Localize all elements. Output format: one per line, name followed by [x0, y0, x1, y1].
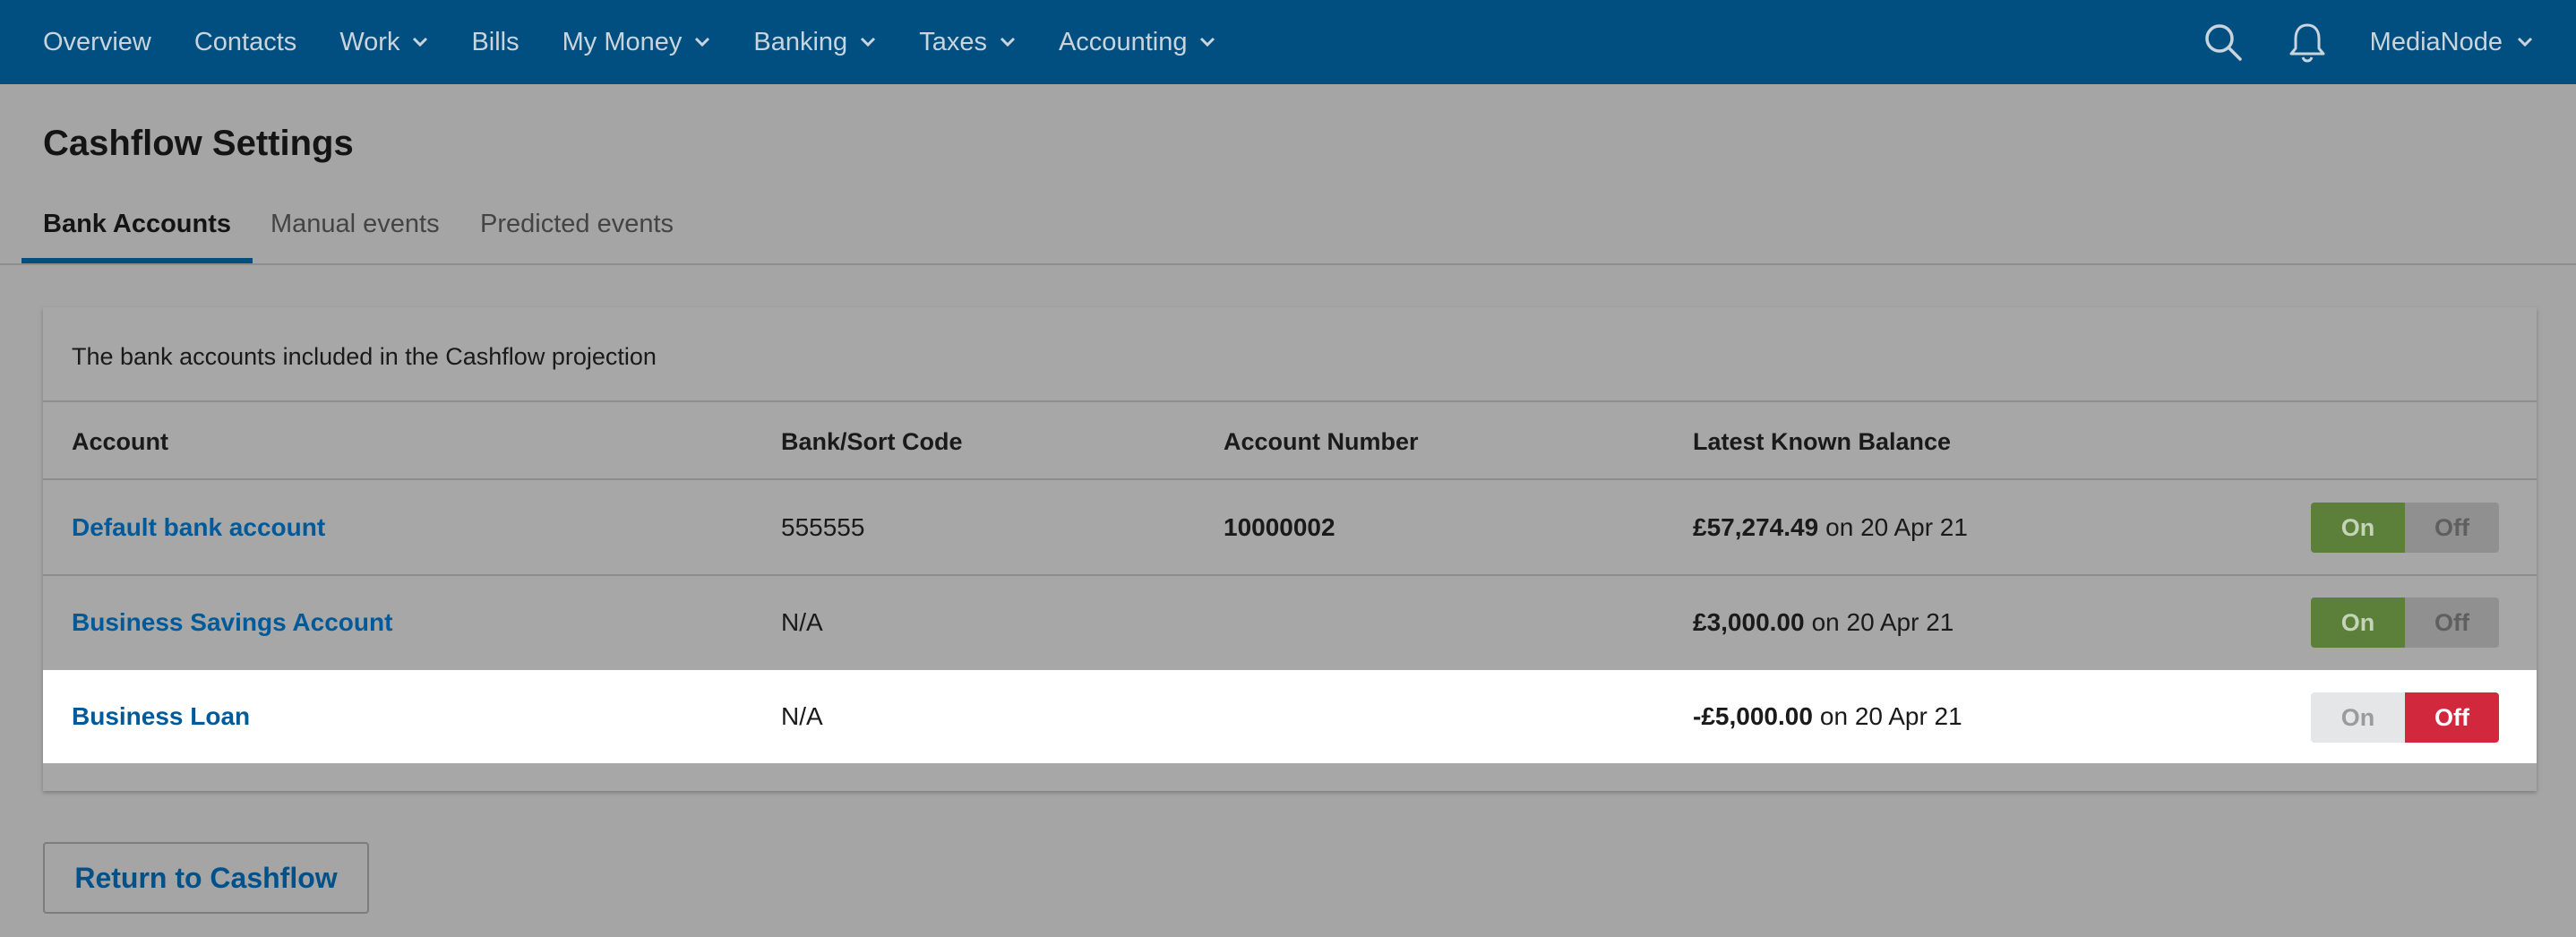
sort-code: N/A [781, 702, 823, 730]
nav-item-label: Overview [43, 27, 151, 56]
chevron-down-icon [861, 37, 876, 47]
sort-code: N/A [781, 607, 823, 636]
include-toggle: On Off [2311, 597, 2499, 648]
account-link[interactable]: Business Loan [72, 670, 250, 763]
table-row: Business Savings Account N/A £3,000.00 o… [43, 575, 2537, 669]
chevron-down-icon [1200, 37, 1215, 47]
nav-item-label: Bills [471, 27, 519, 56]
column-header-sort-code: Bank/Sort Code [781, 428, 963, 455]
balance-date: on 20 Apr 21 [1811, 607, 1954, 636]
nav-item-overview[interactable]: Overview [43, 28, 151, 57]
nav-item-label: Contacts [193, 27, 297, 56]
tab-bank-accounts[interactable]: Bank Accounts [21, 210, 253, 263]
column-header-account-number: Account Number [1224, 428, 1419, 455]
latest-balance: £57,274.49 on 20 Apr 21 [1693, 480, 1968, 574]
chevron-down-icon [1000, 37, 1016, 47]
balance-date: on 20 Apr 21 [1819, 702, 1962, 730]
search-icon[interactable] [2202, 21, 2245, 64]
nav-item-my-money[interactable]: My Money [562, 28, 711, 57]
bank-accounts-panel: The bank accounts included in the Cashfl… [43, 307, 2537, 791]
nav-item-bills[interactable]: Bills [471, 28, 519, 57]
balance-amount: £3,000.00 [1693, 607, 1805, 636]
nav-item-label: Accounting [1058, 27, 1188, 56]
include-toggle: On Off [2311, 692, 2499, 743]
table-row: Business Loan N/A -£5,000.00 on 20 Apr 2… [43, 670, 2537, 763]
nav-item-contacts[interactable]: Contacts [194, 28, 296, 57]
nav-item-work[interactable]: Work [339, 28, 428, 57]
bell-icon[interactable] [2286, 21, 2329, 64]
nav-item-taxes[interactable]: Taxes [919, 28, 1016, 57]
table-row: Default bank account 555555 10000002 £57… [43, 480, 2537, 574]
toggle-off-button[interactable]: Off [2405, 597, 2499, 648]
chevron-down-icon [413, 37, 428, 47]
chevron-down-icon [2517, 37, 2533, 47]
latest-balance: -£5,000.00 on 20 Apr 21 [1693, 670, 1962, 763]
divider [43, 400, 2537, 402]
top-navigation: Overview Contacts Work Bills My Money Ba… [0, 0, 2576, 84]
balance-amount: -£5,000.00 [1693, 702, 1813, 730]
account-number: 10000002 [1224, 512, 1335, 541]
nav-item-banking[interactable]: Banking [753, 28, 876, 57]
toggle-off-button[interactable]: Off [2405, 503, 2499, 553]
sort-code: 555555 [781, 512, 865, 541]
nav-item-label: Taxes [919, 27, 987, 56]
column-header-account: Account [72, 428, 168, 455]
nav-right-group: MediaNode [2202, 0, 2533, 84]
column-header-balance: Latest Known Balance [1693, 428, 1952, 455]
toggle-off-button[interactable]: Off [2405, 692, 2499, 743]
return-to-cashflow-button[interactable]: Return to Cashflow [43, 842, 369, 914]
panel-intro: The bank accounts included in the Cashfl… [72, 343, 657, 370]
toggle-on-button[interactable]: On [2311, 597, 2405, 648]
toggle-on-button[interactable]: On [2311, 692, 2405, 743]
chevron-down-icon [695, 37, 710, 47]
toggle-on-button[interactable]: On [2311, 503, 2405, 553]
settings-tabs: Bank Accounts Manual events Predicted ev… [0, 197, 2576, 265]
balance-date: on 20 Apr 21 [1825, 512, 1968, 541]
account-link[interactable]: Business Savings Account [72, 575, 392, 669]
include-toggle: On Off [2311, 503, 2499, 553]
nav-item-label: Banking [753, 27, 848, 56]
tab-manual-events[interactable]: Manual events [249, 210, 461, 263]
nav-item-accounting[interactable]: Accounting [1059, 28, 1216, 57]
tab-predicted-events[interactable]: Predicted events [459, 210, 695, 263]
account-menu[interactable]: MediaNode [2370, 28, 2533, 57]
account-link[interactable]: Default bank account [72, 480, 325, 574]
latest-balance: £3,000.00 on 20 Apr 21 [1693, 575, 1953, 669]
balance-amount: £57,274.49 [1693, 512, 1819, 541]
page-title: Cashflow Settings [43, 124, 354, 163]
nav-item-label: My Money [562, 27, 683, 56]
account-name: MediaNode [2369, 27, 2503, 56]
nav-item-label: Work [339, 27, 400, 56]
